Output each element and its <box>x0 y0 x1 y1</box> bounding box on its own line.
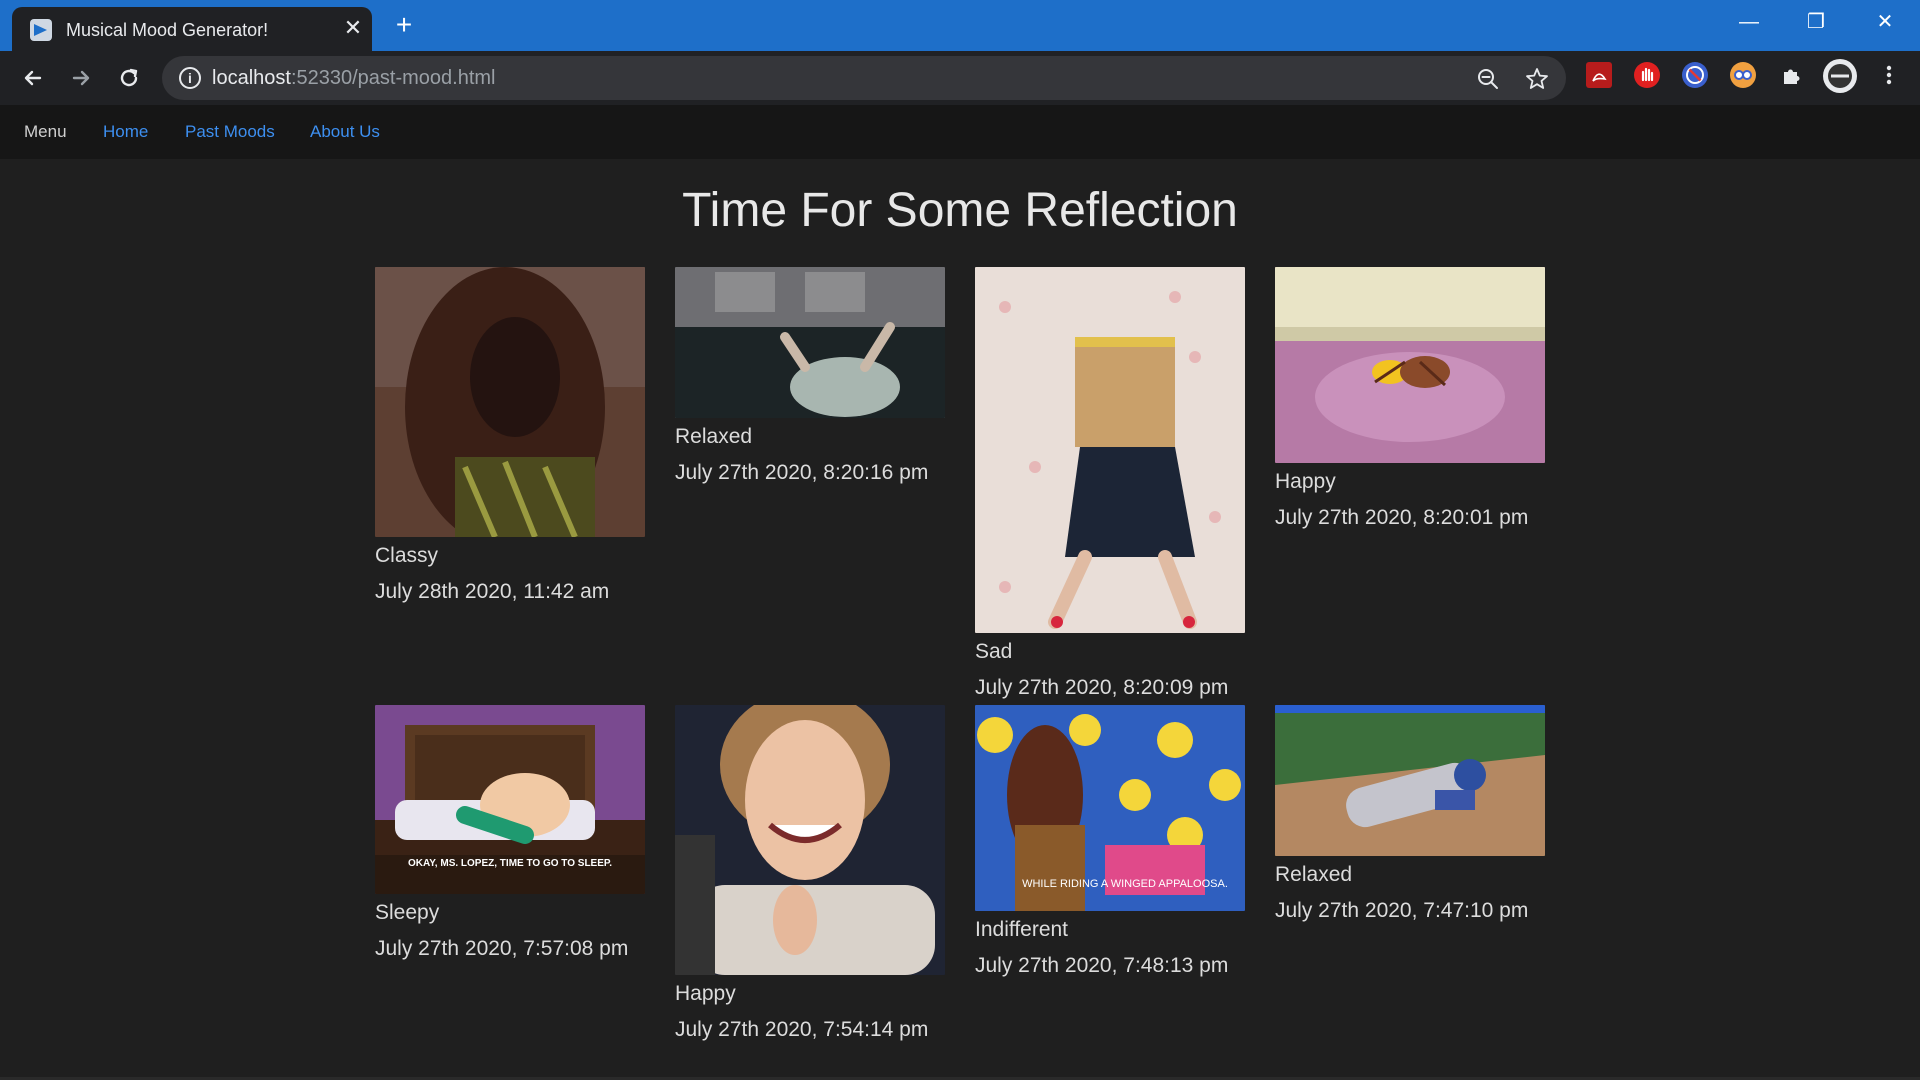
mood-card: Relaxed July 27th 2020, 8:20:16 pm <box>675 267 945 486</box>
nav-link-about-us[interactable]: About Us <box>310 122 380 142</box>
new-tab-button[interactable]: + <box>390 11 418 40</box>
gif-caption: OKAY, MS. LOPEZ, TIME TO GO TO SLEEP. <box>407 858 613 869</box>
extension-icon[interactable] <box>1730 62 1756 88</box>
pdf-extension-icon[interactable] <box>1586 62 1612 88</box>
more-menu-icon[interactable] <box>1876 62 1902 88</box>
forward-icon[interactable] <box>66 63 96 93</box>
menu-brand[interactable]: Menu <box>24 122 67 142</box>
mood-label: Happy <box>1275 470 1336 493</box>
mood-gif: OKAY, MS. LOPEZ, TIME TO GO TO SLEEP. <box>375 705 645 894</box>
mood-timestamp: July 27th 2020, 8:20:16 pm <box>675 461 929 484</box>
page-title: Time For Some Reflection <box>682 184 1238 237</box>
mood-gif <box>375 267 645 537</box>
tab-close-icon[interactable]: ✕ <box>342 17 364 39</box>
url-path: :52330/past-mood.html <box>290 67 496 89</box>
back-icon[interactable] <box>18 63 48 93</box>
zoom-out-icon[interactable] <box>1475 66 1501 92</box>
browser-toolbar: i localhost:52330/past-mood.html <box>0 51 1920 105</box>
mood-gif <box>675 705 945 975</box>
mood-timestamp: July 27th 2020, 7:54:14 pm <box>675 1018 929 1041</box>
mood-label: Indifferent <box>975 918 1069 941</box>
mood-label: Sleepy <box>375 901 440 924</box>
mood-card: WHILE RIDING A WINGED APPALOOSA. Indiffe… <box>975 705 1245 979</box>
mood-gif <box>1275 705 1545 856</box>
close-window-button[interactable]: ✕ <box>1862 6 1908 38</box>
mood-gif <box>975 267 1245 633</box>
info-icon[interactable]: i <box>179 67 201 89</box>
mood-card: Happy July 27th 2020, 7:54:14 pm <box>675 705 945 1043</box>
puzzle-extensions-icon[interactable] <box>1778 62 1804 88</box>
address-bar[interactable]: i localhost:52330/past-mood.html <box>162 56 1566 100</box>
browser-tab[interactable]: Musical Mood Generator! ✕ <box>12 7 372 51</box>
tab-title: Musical Mood Generator! <box>66 20 269 40</box>
mood-timestamp: July 28th 2020, 11:42 am <box>375 580 610 603</box>
mood-timestamp: July 27th 2020, 7:48:13 pm <box>975 954 1229 977</box>
mood-timestamp: July 27th 2020, 8:20:09 pm <box>975 676 1229 699</box>
mood-timestamp: July 27th 2020, 7:47:10 pm <box>1275 899 1529 922</box>
favicon-icon <box>30 19 52 41</box>
mood-card: Classy July 28th 2020, 11:42 am <box>375 267 645 605</box>
reload-icon[interactable] <box>114 63 144 93</box>
mood-card: Sad July 27th 2020, 8:20:09 pm <box>975 267 1245 701</box>
mood-gif: WHILE RIDING A WINGED APPALOOSA. <box>975 705 1245 911</box>
mood-label: Sad <box>975 640 1013 663</box>
profile-avatar[interactable] <box>1823 59 1857 93</box>
mood-timestamp: July 27th 2020, 7:57:08 pm <box>375 937 629 960</box>
site-navbar: Menu Home Past Moods About Us <box>0 105 1920 159</box>
browser-titlebar: Musical Mood Generator! ✕ + — ❐ ✕ <box>0 0 1920 51</box>
mood-label: Classy <box>375 544 439 567</box>
gif-caption: WHILE RIDING A WINGED APPALOOSA. <box>1022 878 1228 890</box>
mood-timestamp: July 27th 2020, 8:20:01 pm <box>1275 506 1529 529</box>
nav-link-home[interactable]: Home <box>103 122 148 142</box>
mood-label: Relaxed <box>675 425 753 448</box>
mood-label: Happy <box>675 982 736 1005</box>
mood-card: OKAY, MS. LOPEZ, TIME TO GO TO SLEEP. Sl… <box>375 705 645 962</box>
url-host: localhost <box>212 67 291 89</box>
restore-button[interactable]: ❐ <box>1793 6 1839 38</box>
nav-link-past-moods[interactable]: Past Moods <box>185 122 275 142</box>
block-extension-icon[interactable] <box>1682 62 1708 88</box>
mood-label: Relaxed <box>1275 863 1353 886</box>
star-icon[interactable] <box>1524 66 1550 92</box>
mood-card: Happy July 27th 2020, 8:20:01 pm <box>1275 267 1545 531</box>
url-text[interactable]: localhost:52330/past-mood.html <box>212 67 496 89</box>
adblock-extension-icon[interactable] <box>1634 62 1660 88</box>
minimize-button[interactable]: — <box>1726 6 1772 38</box>
mood-card: Relaxed July 27th 2020, 7:47:10 pm <box>1275 705 1545 924</box>
mood-gif <box>675 267 945 418</box>
mood-gif <box>1275 267 1545 463</box>
